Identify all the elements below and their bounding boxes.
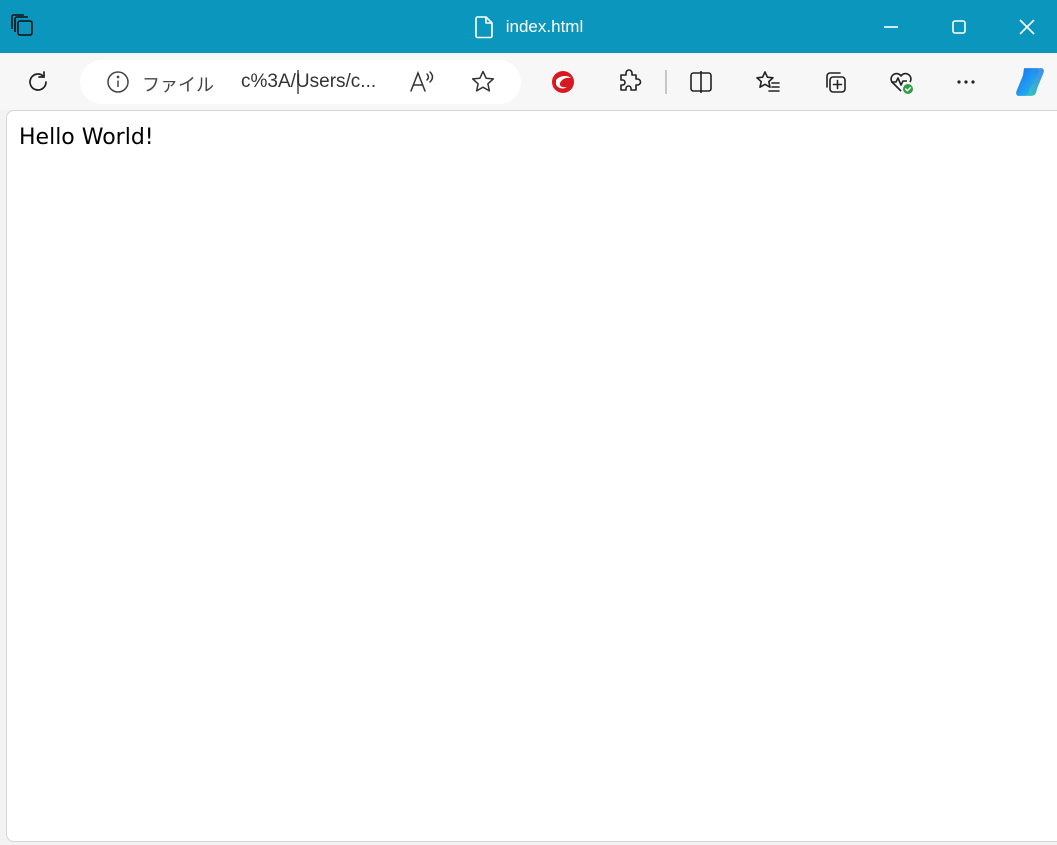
trend-micro-extension-button[interactable] — [544, 63, 582, 101]
trend-micro-icon — [552, 71, 574, 93]
maximize-icon — [952, 19, 966, 34]
window-title: index.html — [505, 16, 584, 36]
tab-actions-icon[interactable] — [10, 13, 36, 39]
maximize-button[interactable] — [925, 0, 993, 53]
copilot-icon — [1016, 68, 1044, 96]
collections-icon — [826, 72, 846, 93]
extensions-icon — [620, 69, 642, 91]
copilot-button[interactable] — [1011, 63, 1049, 101]
minimize-icon — [884, 25, 898, 28]
close-button[interactable] — [993, 0, 1057, 53]
more-button[interactable] — [947, 63, 985, 101]
favorites-icon — [756, 71, 780, 92]
file-icon — [474, 15, 493, 38]
browser-essentials-icon — [890, 72, 913, 94]
page-viewport: Hello World! — [6, 110, 1057, 842]
star-icon[interactable] — [470, 69, 496, 95]
minimize-button[interactable] — [857, 0, 925, 53]
browser-essentials-button[interactable] — [882, 63, 920, 101]
more-icon — [957, 80, 975, 84]
read-aloud-icon[interactable] — [408, 69, 438, 95]
favorites-button[interactable] — [749, 63, 787, 101]
url-text[interactable]: c%3A/Users/c... — [241, 71, 376, 93]
info-icon[interactable] — [106, 70, 130, 94]
split-screen-icon — [690, 71, 712, 93]
browser-toolbar: ファイル c%3A/Users/c... — [0, 53, 1057, 110]
title-bar: index.html — [0, 0, 1057, 53]
extensions-button[interactable] — [610, 63, 648, 101]
address-bar[interactable]: ファイル c%3A/Users/c... — [80, 60, 521, 104]
refresh-icon — [29, 71, 47, 91]
site-scheme-label[interactable]: ファイル — [142, 71, 214, 97]
close-icon — [1019, 18, 1035, 35]
collections-button[interactable] — [816, 63, 854, 101]
toolbar-divider — [665, 70, 667, 94]
refresh-button[interactable] — [19, 63, 57, 101]
page-text: Hello World! — [19, 125, 154, 150]
split-screen-button[interactable] — [682, 63, 720, 101]
